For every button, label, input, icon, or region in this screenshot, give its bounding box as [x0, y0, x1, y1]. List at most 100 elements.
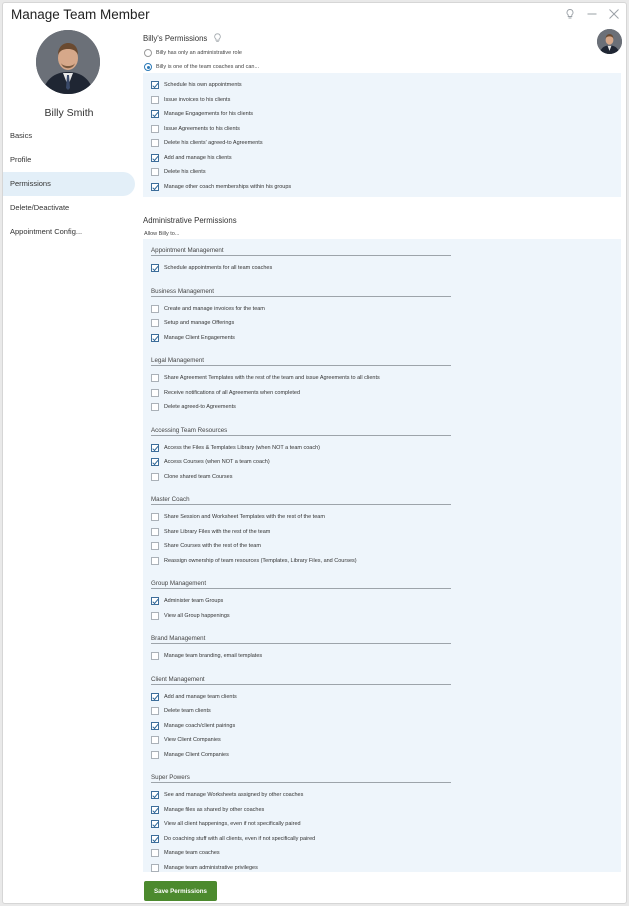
permission-label: Reassign ownership of team resources (Te…: [164, 557, 357, 564]
checkbox[interactable]: [151, 863, 159, 872]
coach-permission-item[interactable]: Manage Engagements for his clients: [151, 108, 253, 120]
checkbox[interactable]: [151, 264, 159, 272]
admin-permission-item[interactable]: View all Group happenings: [151, 610, 230, 622]
admin-permission-item[interactable]: Access Courses (when NOT a team coach): [151, 456, 270, 468]
radio-button[interactable]: [144, 63, 152, 71]
admin-permission-item[interactable]: Schedule appointments for all team coach…: [151, 262, 272, 274]
admin-permission-item[interactable]: Receive notifications of all Agreements …: [151, 387, 300, 399]
admin-permission-item[interactable]: Share Library Files with the rest of the…: [151, 526, 270, 538]
admin-permission-item[interactable]: View Client Companies: [151, 734, 221, 746]
coach-permission-item[interactable]: Schedule his own appointments: [151, 79, 242, 91]
admin-permission-item[interactable]: Clone shared team Courses: [151, 471, 232, 483]
checkbox[interactable]: [151, 319, 159, 327]
sidebar-item-appointment-config[interactable]: Appointment Config...: [3, 220, 135, 244]
admin-permission-item[interactable]: Manage Client Engagements: [151, 332, 235, 344]
sidebar-item-permissions[interactable]: Permissions: [3, 172, 135, 196]
lightbulb-icon[interactable]: [213, 33, 222, 45]
checkbox[interactable]: [151, 153, 159, 162]
role-radio-option[interactable]: Billy is one of the team coaches and can…: [144, 61, 259, 73]
save-permissions-button[interactable]: Save Permissions: [144, 881, 217, 901]
checkbox[interactable]: [151, 403, 159, 411]
role-radio-option[interactable]: Billy has only an administrative role: [144, 47, 242, 59]
checkbox[interactable]: [151, 388, 159, 397]
admin-permission-item[interactable]: Manage files as shared by other coaches: [151, 804, 264, 816]
admin-permissions-subtitle: Allow Billy to...: [144, 231, 180, 237]
permission-group-heading: Group Management: [151, 580, 451, 589]
admin-permission-item[interactable]: Manage team branding, email templates: [151, 650, 262, 662]
admin-permission-item[interactable]: Access the Files & Templates Library (wh…: [151, 442, 320, 454]
admin-permission-item[interactable]: Reassign ownership of team resources (Te…: [151, 555, 357, 567]
checkbox[interactable]: [151, 750, 159, 759]
checkbox[interactable]: [151, 542, 159, 550]
sidebar-item-basics[interactable]: Basics: [3, 124, 135, 148]
checkbox[interactable]: [151, 652, 159, 660]
permission-label: Manage Client Engagements: [164, 334, 235, 341]
admin-permission-item[interactable]: View all client happenings, even if not …: [151, 818, 301, 830]
checkbox[interactable]: [151, 374, 159, 382]
admin-permission-item[interactable]: Setup and manage Offerings: [151, 317, 234, 329]
admin-permission-item[interactable]: Create and manage invoices for the team: [151, 303, 265, 315]
checkbox[interactable]: [151, 168, 159, 176]
admin-permission-item[interactable]: Add and manage team clients: [151, 691, 237, 703]
checkbox[interactable]: [151, 805, 159, 814]
sidebar-item-delete-deactivate[interactable]: Delete/Deactivate: [3, 196, 135, 220]
checkbox[interactable]: [151, 721, 159, 730]
coach-permission-item[interactable]: Delete his clients: [151, 166, 206, 178]
coach-permission-item[interactable]: Issue Agreements to his clients: [151, 123, 240, 135]
checkbox[interactable]: [151, 333, 159, 342]
checkbox[interactable]: [151, 458, 159, 466]
checkbox[interactable]: [151, 124, 159, 133]
admin-permission-item[interactable]: Delete agreed-to Agreements: [151, 401, 236, 413]
admin-permission-item[interactable]: Manage team administrative privileges: [151, 862, 258, 874]
admin-permission-item[interactable]: Administer team Groups: [151, 595, 223, 607]
admin-permission-item[interactable]: Share Courses with the rest of the team: [151, 540, 261, 552]
permission-label: Issue invoices to his clients: [164, 96, 231, 103]
radio-button[interactable]: [144, 49, 152, 57]
permission-label: Do coaching stuff with all clients, even…: [164, 835, 316, 842]
checkbox[interactable]: [151, 849, 159, 857]
minimize-icon[interactable]: [586, 7, 598, 19]
checkbox[interactable]: [151, 304, 159, 313]
checkbox[interactable]: [151, 597, 159, 605]
admin-permission-item[interactable]: See and manage Worksheets assigned by ot…: [151, 789, 303, 801]
checkbox[interactable]: [151, 611, 159, 620]
coach-permissions-heading: Billy's Permissions: [143, 33, 222, 45]
checkbox[interactable]: [151, 95, 159, 104]
admin-permission-item[interactable]: Delete team clients: [151, 705, 211, 717]
radio-label: Billy has only an administrative role: [156, 50, 242, 56]
checkbox[interactable]: [151, 139, 159, 147]
permission-group-heading: Legal Management: [151, 357, 451, 366]
permission-group-heading: Super Powers: [151, 774, 451, 783]
checkbox[interactable]: [151, 182, 159, 191]
checkbox[interactable]: [151, 834, 159, 843]
coach-permission-item[interactable]: Issue invoices to his clients: [151, 94, 230, 106]
admin-permission-item[interactable]: Manage Client Companies: [151, 749, 229, 761]
checkbox[interactable]: [151, 556, 159, 565]
close-icon[interactable]: [608, 7, 620, 19]
admin-permission-item[interactable]: Manage team coaches: [151, 847, 220, 859]
checkbox[interactable]: [151, 527, 159, 536]
checkbox[interactable]: [151, 707, 159, 715]
coach-permission-item[interactable]: Manage other coach memberships within hi…: [151, 181, 291, 193]
permission-label: View all client happenings, even if not …: [164, 821, 301, 827]
admin-permission-item[interactable]: Share Session and Worksheet Templates wi…: [151, 511, 325, 523]
checkbox[interactable]: [151, 820, 159, 828]
checkbox[interactable]: [151, 472, 159, 481]
checkbox[interactable]: [151, 791, 159, 799]
checkbox[interactable]: [151, 736, 159, 744]
checkbox[interactable]: [151, 110, 159, 118]
checkbox[interactable]: [151, 81, 159, 89]
checkbox[interactable]: [151, 692, 159, 701]
checkbox[interactable]: [151, 443, 159, 452]
coach-permission-item[interactable]: Add and manage his clients: [151, 152, 232, 164]
admin-permission-item[interactable]: Manage coach/client pairings: [151, 720, 235, 732]
admin-permission-item[interactable]: Share Agreement Templates with the rest …: [151, 372, 380, 384]
coach-permissions-title: Billy's Permissions: [143, 34, 208, 43]
sidebar-item-profile[interactable]: Profile: [3, 148, 135, 172]
coach-permission-item[interactable]: Delete his clients' agreed-to Agreements: [151, 137, 263, 149]
radio-label: Billy is one of the team coaches and can…: [156, 64, 260, 70]
lightbulb-icon[interactable]: [564, 7, 576, 19]
checkbox[interactable]: [151, 513, 159, 521]
admin-permission-item[interactable]: Do coaching stuff with all clients, even…: [151, 833, 315, 845]
user-name: Billy Smith: [44, 107, 94, 119]
